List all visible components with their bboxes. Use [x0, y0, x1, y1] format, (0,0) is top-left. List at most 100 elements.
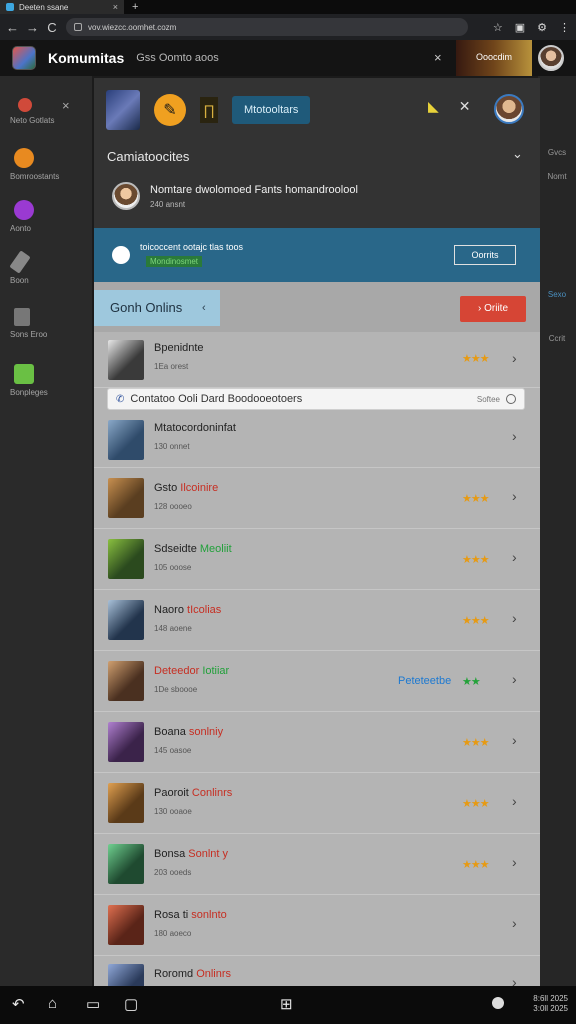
search-clear-icon[interactable] [506, 394, 516, 404]
chevron-left-icon[interactable]: ‹ [202, 290, 206, 326]
translate-icon[interactable]: ▣ [515, 21, 525, 34]
sidebar: × Neto Gotlats Bomroostants Aonto Boon S… [0, 76, 92, 986]
right-peek-text: Ccrit [548, 334, 566, 343]
list-item[interactable]: Boana sonlniy 145 oasoe ★★★ › [94, 712, 540, 773]
list-item[interactable]: Gsto Ilcoinire 128 oooeo ★★★ › [94, 468, 540, 529]
panel-avatar[interactable] [494, 94, 524, 124]
row-title: Boana sonlniy [154, 726, 224, 738]
site-info-icon[interactable] [74, 23, 82, 31]
flag-icon[interactable]: ◣ [428, 98, 439, 115]
list-item[interactable]: Rosa ti sonlnto 180 aoeco › [94, 895, 540, 956]
user-avatar[interactable] [538, 45, 564, 71]
header-close-icon[interactable]: × [434, 50, 442, 65]
row-meta: 180 aoeco [154, 929, 192, 938]
row-title: Mtatocordoninfat [154, 422, 236, 434]
tab-online[interactable]: Gonh Onlins ‹ [94, 290, 220, 326]
undo-icon[interactable]: ↶ [12, 995, 25, 1013]
list-item[interactable]: Bonsa Sonlnt y 203 ooeds ★★★ › [94, 834, 540, 895]
browser-toolbar: ← → C vov.wiezcc.oomhet.cozm ☆ ▣ ⚙ ⋮ [0, 14, 576, 40]
app-logo-icon [12, 46, 36, 70]
rating-stars: ★★★ [462, 353, 490, 365]
brush-icon[interactable]: ✎ [154, 94, 186, 126]
browser-tab[interactable]: Deeten ssane × [0, 0, 124, 14]
game-thumbnail-icon[interactable] [106, 90, 140, 130]
chevron-right-icon[interactable]: › [512, 428, 517, 444]
row-status: Peteteetbe [398, 675, 452, 687]
app-header: Komumitas Gss Oomto aoos × Ooocdim [0, 40, 576, 76]
square-icon[interactable]: ▢ [124, 995, 138, 1013]
menu-icon[interactable]: ⋮ [559, 21, 570, 34]
home-icon[interactable]: ⌂ [48, 995, 57, 1012]
list-item[interactable]: Roromd Onlinrs › [94, 956, 540, 986]
url-text: vov.wiezcc.oomhet.cozm [88, 22, 177, 32]
list-item[interactable]: Deteedor Iotiiar 1De sboooe Peteteetbe ★… [94, 651, 540, 712]
game-thumbnail [108, 964, 144, 986]
chevron-right-icon[interactable]: › [512, 610, 517, 626]
radio-icon[interactable] [112, 246, 130, 264]
panel-header: ✎ ∏ Mtotooltars ◣ ✕ Camiatoocites ⌄ Nomt… [94, 78, 540, 228]
search-input[interactable]: ✆ Contatoo Ooli Dard Boodooeotoers Softe… [107, 388, 525, 410]
address-bar[interactable]: vov.wiezcc.oomhet.cozm [66, 18, 468, 36]
row-meta: 145 oasoe [154, 746, 192, 755]
heart-icon [18, 98, 32, 112]
settings-icon[interactable]: ⚙ [537, 21, 547, 34]
right-peek-text: Gvcs [547, 148, 567, 157]
sidebar-item-label: Aonto [10, 224, 31, 233]
notification-item[interactable]: Nomtare dwolomoed Fants homandroolool 24… [112, 182, 358, 210]
forward-button[interactable]: → [26, 20, 39, 35]
list-item[interactable]: Bpenidnte 1Ea orest ★★★ › [94, 332, 540, 388]
sidebar-item-4[interactable]: Sons Eroo [10, 308, 90, 339]
right-peek-text: Sexo [547, 290, 567, 299]
chevron-right-icon[interactable]: › [512, 671, 517, 687]
tab-close-icon[interactable]: × [113, 2, 118, 12]
filter-button[interactable]: › Oriite [460, 296, 526, 322]
promo-banner: toicoccent ootajc tlas toos Mondinosmet … [94, 228, 540, 282]
globe-icon[interactable] [492, 997, 504, 1009]
new-tab-button[interactable]: + [132, 1, 138, 13]
tab-online-label: Gonh Onlins [110, 300, 183, 315]
promo-button[interactable]: Oorrits [454, 245, 516, 265]
recent-icon[interactable]: ▭ [86, 995, 100, 1013]
chevron-right-icon[interactable]: › [512, 974, 517, 986]
row-title: Naoro tIcolias [154, 604, 222, 616]
list-item[interactable]: Sdseidte Meoliit 105 ooose ★★★ › [94, 529, 540, 590]
sidebar-item-5[interactable]: Bonpleges [10, 364, 90, 397]
row-title: Deteedor Iotiiar [154, 665, 230, 677]
folder-icon [14, 308, 30, 326]
sidebar-item-label: Bonpleges [10, 388, 48, 397]
game-list: Bpenidnte 1Ea orest ★★★ › ✆ Contatoo Ool… [94, 332, 540, 986]
reload-button[interactable]: C [46, 20, 58, 35]
sidebar-item-3[interactable]: Boon [9, 250, 90, 285]
chevron-right-icon[interactable]: › [512, 915, 517, 931]
row-meta: 1Ea orest [154, 362, 189, 371]
sidebar-item-1[interactable]: Bomroostants [10, 148, 90, 181]
chevron-right-icon[interactable]: › [512, 854, 517, 870]
sidebar-item-0[interactable]: Neto Gotlats [10, 98, 90, 125]
panel-chip[interactable]: Mtotooltars [232, 96, 311, 124]
list-item[interactable]: Paoroit Conlinrs 130 ooaoe ★★★ › [94, 773, 540, 834]
sidebar-item-2[interactable]: Aonto [10, 200, 90, 233]
q-icon [14, 200, 34, 220]
rating-stars: ★★★ [462, 493, 490, 505]
row-meta: 1De sboooe [154, 685, 198, 694]
chevron-right-icon[interactable]: › [512, 793, 517, 809]
game-thumbnail [108, 722, 144, 762]
tab-title: Deeten ssane [19, 2, 69, 12]
chevron-right-icon[interactable]: › [512, 732, 517, 748]
star-icon[interactable]: ☆ [493, 21, 503, 34]
back-button[interactable]: ← [6, 20, 19, 35]
bookmark-icon[interactable]: ∏ [200, 97, 218, 123]
chevron-down-icon[interactable]: ⌄ [512, 146, 523, 162]
sidebar-item-label: Bomroostants [10, 172, 60, 181]
chevron-right-icon[interactable]: › [512, 488, 517, 504]
pin-icon[interactable]: ✕ [459, 98, 471, 115]
grid-icon[interactable]: ⊞ [280, 995, 293, 1013]
game-thumbnail [108, 783, 144, 823]
chevron-right-icon[interactable]: › [512, 350, 517, 366]
list-item[interactable]: Naoro tIcolias 148 aoene ★★★ › [94, 590, 540, 651]
chevron-right-icon[interactable]: › [512, 549, 517, 565]
notification-avatar [112, 182, 140, 210]
row-title: Rosa ti sonlnto [154, 909, 227, 921]
rating-stars: ★★★ [462, 737, 490, 749]
list-item[interactable]: Mtatocordoninfat 130 onnet › [94, 412, 540, 468]
